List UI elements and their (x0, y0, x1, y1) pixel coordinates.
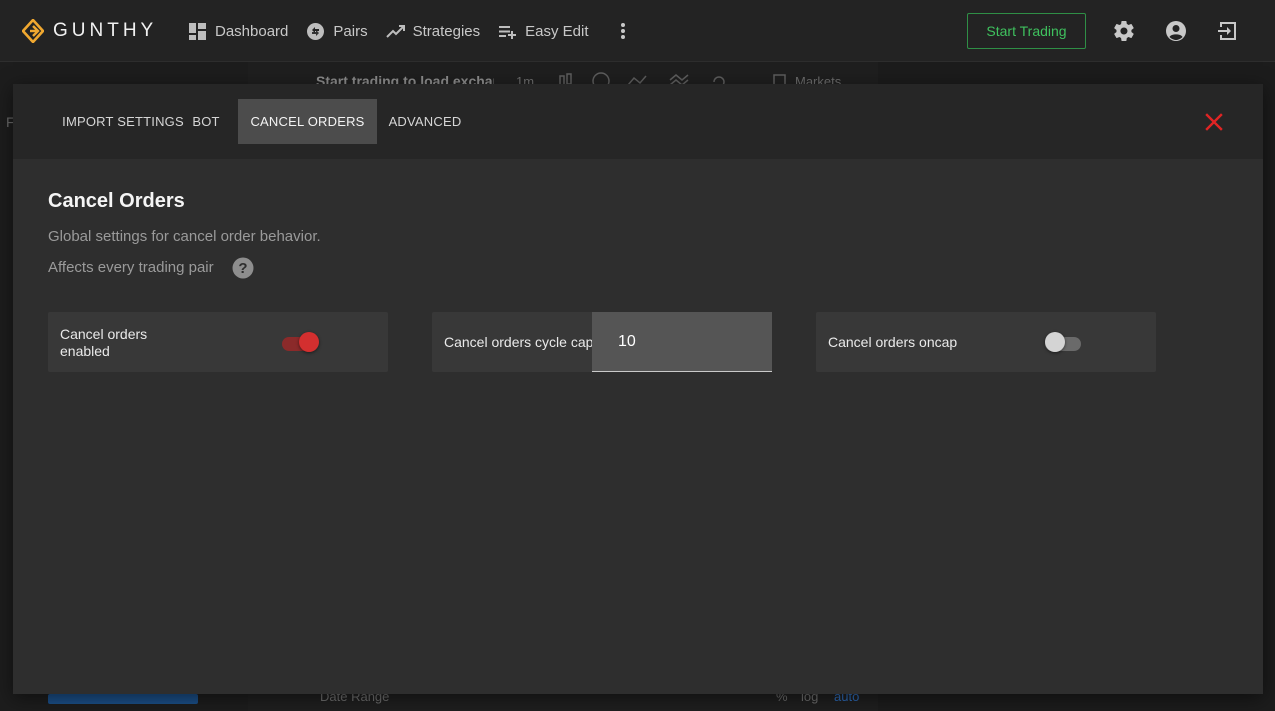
tab-label-cancel-orders: CANCEL ORDERS (250, 114, 365, 129)
section-description: Global settings for cancel order behavio… (48, 228, 321, 245)
tab-label-advanced: ADVANCED (388, 114, 462, 129)
setting-label-cancel-orders-enabled: Cancel orders enabled (60, 326, 148, 359)
cancel-orders-oncap-toggle[interactable] (1045, 332, 1083, 352)
help-icon: ? (232, 257, 254, 279)
more-menu-button[interactable] (614, 19, 632, 43)
settings-modal: IMPORT SETTINGS BOT CANCEL ORDERS ADVANC… (13, 84, 1263, 694)
tab-bot[interactable]: BOT (181, 99, 231, 144)
nav-label-strategies: Strategies (412, 22, 481, 40)
nav-item-easy-edit[interactable]: Easy Edit (498, 22, 589, 41)
tab-cancel-orders[interactable]: CANCEL ORDERS (238, 99, 377, 144)
setting-cancel-orders-enabled: Cancel orders enabled (48, 312, 388, 372)
background-blue-button (48, 694, 198, 704)
setting-cancel-orders-oncap: Cancel orders oncap (816, 312, 1156, 372)
settings-button[interactable] (1112, 19, 1136, 43)
gear-icon (1114, 21, 1134, 42)
cancel-orders-enabled-toggle[interactable] (282, 332, 320, 352)
account-icon (1166, 21, 1186, 41)
strategies-icon (385, 24, 405, 38)
gunthy-logo-icon (22, 19, 44, 43)
start-trading-button[interactable]: Start Trading (967, 13, 1086, 49)
tab-advanced[interactable]: ADVANCED (385, 99, 465, 144)
setting-label-cancel-orders-cycle-cap: Cancel orders cycle cap (444, 334, 594, 350)
nav-item-pairs[interactable]: Pairs (306, 22, 368, 41)
nav-item-strategies[interactable]: Strategies (385, 22, 481, 41)
logout-button[interactable] (1216, 19, 1240, 43)
account-button[interactable] (1164, 19, 1188, 43)
nav-label-pairs: Pairs (333, 22, 368, 40)
svg-text:?: ? (238, 260, 247, 277)
pairs-icon (307, 22, 325, 40)
help-button[interactable]: ? (232, 257, 254, 279)
nav-label-dashboard: Dashboard (215, 22, 289, 40)
toggle-thumb (1045, 332, 1065, 352)
section-title: Cancel Orders (48, 190, 185, 212)
modal-tab-bar: IMPORT SETTINGS BOT CANCEL ORDERS ADVANC… (13, 84, 1263, 159)
more-vertical-icon (621, 23, 625, 39)
close-modal-button[interactable] (1203, 111, 1225, 133)
main-nav: Dashboard Pairs Strategies Easy Edit (188, 19, 607, 43)
setting-cancel-orders-cycle-cap: Cancel orders cycle cap (432, 312, 772, 372)
nav-label-easy-edit: Easy Edit (525, 22, 589, 40)
close-icon (1205, 113, 1223, 131)
dashboard-icon (189, 22, 206, 40)
top-navigation-bar: GUNTHY Dashboard Pairs Strategies Easy E… (0, 0, 1275, 62)
logo-text: GUNTHY (53, 20, 158, 41)
setting-label-cancel-orders-oncap: Cancel orders oncap (828, 334, 958, 350)
tab-label-import-settings: IMPORT SETTINGS (62, 114, 184, 129)
logout-icon (1218, 22, 1236, 40)
tab-label-bot: BOT (192, 114, 220, 129)
toggle-thumb (299, 332, 319, 352)
app-logo[interactable]: GUNTHY (22, 19, 157, 43)
section-note: Affects every trading pair (48, 259, 214, 276)
cancel-orders-cycle-cap-input[interactable] (592, 312, 772, 372)
nav-item-dashboard[interactable]: Dashboard (188, 22, 288, 41)
easy-edit-icon (499, 25, 517, 39)
